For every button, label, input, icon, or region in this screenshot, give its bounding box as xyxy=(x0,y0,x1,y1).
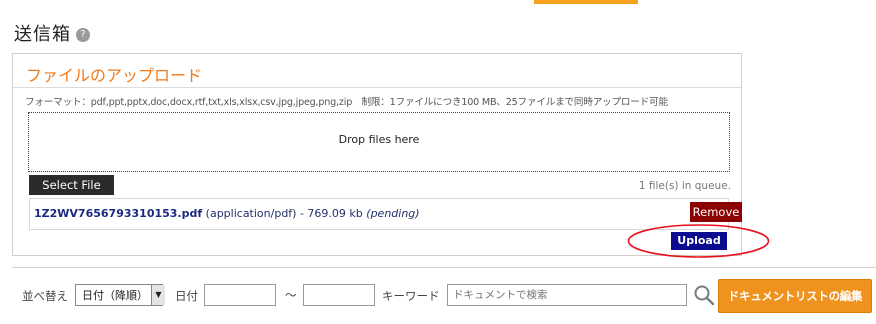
filter-bar: 並べ替え 日付（降順） ▼ 日付 ～ キーワード ドキュメントリストの編集 xyxy=(12,267,876,324)
chevron-down-icon[interactable]: ▼ xyxy=(151,285,165,305)
edit-document-list-button[interactable]: ドキュメントリストの編集 xyxy=(718,279,872,313)
sort-select[interactable]: 日付（降順） xyxy=(75,284,163,306)
page-title-text: 送信箱 xyxy=(14,24,71,45)
keyword-search-input[interactable] xyxy=(447,284,687,306)
select-file-button[interactable]: Select File xyxy=(29,175,114,195)
sort-label: 並べ替え xyxy=(22,289,68,303)
dropzone-label: Drop files here xyxy=(338,133,420,146)
search-icon[interactable] xyxy=(692,283,716,307)
upload-button[interactable]: Upload xyxy=(671,232,727,250)
upload-panel: ファイルのアップロード フォーマット：pdf,ppt,pptx,doc,docx… xyxy=(12,53,742,256)
upload-panel-title: ファイルのアップロード xyxy=(26,66,203,85)
remove-button[interactable]: Remove xyxy=(690,202,742,222)
keyword-label: キーワード xyxy=(382,289,440,303)
queued-file-row: 1Z2WV7656793310153.pdf (application/pdf)… xyxy=(29,198,742,230)
file-type: (application/pdf) xyxy=(205,207,297,220)
date-to-input[interactable] xyxy=(303,284,375,306)
panel-divider xyxy=(13,87,741,88)
dropzone[interactable]: Drop files here xyxy=(28,112,730,172)
page-title: 送信箱? xyxy=(14,20,90,46)
help-icon[interactable]: ? xyxy=(76,28,90,42)
sort-select-value: 日付（降順） xyxy=(82,289,148,302)
file-status: (pending) xyxy=(366,207,420,220)
format-note: フォーマット：pdf,ppt,pptx,doc,docx,rtf,txt,xls… xyxy=(25,97,668,108)
top-accent-bar xyxy=(534,0,638,4)
date-label: 日付 xyxy=(175,289,198,303)
queue-status: 1 file(s) in queue. xyxy=(638,180,731,192)
file-name: 1Z2WV7656793310153.pdf xyxy=(34,207,203,220)
date-range-separator: ～ xyxy=(285,288,297,302)
date-from-input[interactable] xyxy=(204,284,276,306)
file-size: - 769.09 kb xyxy=(299,207,363,220)
file-info: 1Z2WV7656793310153.pdf (application/pdf)… xyxy=(34,207,420,220)
